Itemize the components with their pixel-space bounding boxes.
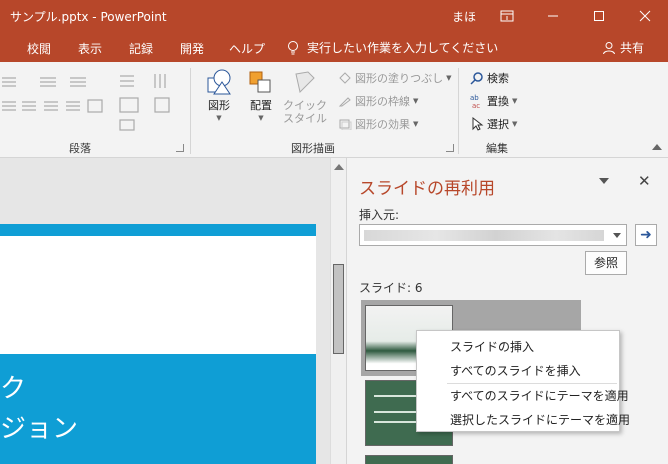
slide-title-band: ク ジョン (0, 354, 316, 464)
ribbon: 段落 図形 ▼ 配置 ▼ クイック スタイル 図形の塗りつぶし ▼ 図形の枠線 … (0, 62, 668, 158)
thumbnail-context-menu: スライドの挿入 すべてのスライドを挿入 すべてのスライドにテーマを適用 選択した… (416, 330, 630, 432)
replace-label: 置換 (487, 95, 509, 108)
tell-me-text: 実行したい作業を入力してください (307, 41, 499, 55)
tab-help[interactable]: ヘルプ (229, 40, 265, 57)
pen-icon (338, 97, 351, 107)
chevron-down-icon[interactable] (613, 233, 621, 238)
select-button[interactable]: 選択 ▼ (470, 116, 517, 132)
person-icon (603, 41, 615, 54)
slide-editing-area[interactable]: ク ジョン (0, 158, 330, 464)
arrange-icon (249, 71, 271, 93)
tab-record[interactable]: 記録 (129, 40, 153, 57)
tab-developer[interactable]: 開発 (180, 40, 204, 57)
tab-view[interactable]: 表示 (78, 40, 102, 57)
minimize-button[interactable] (530, 0, 576, 32)
go-arrow-button[interactable]: ➜ (635, 224, 657, 246)
paint-bucket-icon (339, 72, 351, 84)
thumbnail-text-line (374, 395, 420, 397)
slide-top-stripe (0, 224, 316, 236)
close-window-button[interactable] (622, 0, 668, 32)
select-label: 選択 (487, 118, 509, 131)
ribbon-separator (190, 68, 191, 154)
shape-outline-button[interactable]: 図形の枠線 ▼ (338, 93, 418, 109)
shape-effects-button[interactable]: 図形の効果 ▼ (338, 116, 418, 132)
scrollbar-thumb[interactable] (333, 264, 344, 354)
menu-item-apply-theme-selected[interactable]: 選択したスライドにテーマを適用 (450, 411, 630, 428)
insert-from-combobox[interactable] (359, 224, 627, 246)
svg-text:ab: ab (470, 94, 479, 102)
ribbon-tabs: 校閲 表示 記録 開発 ヘルプ 実行したい作業を入力してください 共有 (0, 32, 668, 62)
editing-group-label: 編集 (486, 142, 508, 155)
pane-title: スライドの再利用 (359, 179, 495, 199)
shape-fill-label: 図形の塗りつぶし (355, 72, 444, 85)
slide-thumbnail-3[interactable] (365, 455, 453, 464)
slide-title-line-1[interactable]: ク (0, 368, 26, 405)
current-slide[interactable]: ク ジョン (0, 224, 316, 464)
paragraph-controls-icons (2, 74, 170, 131)
maximize-button[interactable] (576, 0, 622, 32)
quick-styles-button[interactable]: クイック スタイル (282, 68, 328, 125)
quick-styles-icon (295, 71, 315, 93)
chevron-down-icon: ▼ (216, 114, 222, 122)
collapse-ribbon-icon[interactable] (652, 144, 662, 150)
chevron-down-icon: ▼ (512, 120, 518, 128)
drawing-dialog-launcher[interactable] (446, 144, 454, 152)
chevron-down-icon: ▼ (413, 97, 419, 105)
find-label: 検索 (487, 72, 509, 85)
insert-from-label: 挿入元: (359, 208, 400, 222)
quick-styles-label-2: スタイル (283, 112, 327, 125)
shapes-icon (207, 69, 231, 95)
svg-text:ac: ac (472, 102, 480, 109)
ribbon-display-icon (500, 10, 514, 22)
shape-effects-label: 図形の効果 (355, 118, 410, 131)
effects-icon (339, 119, 352, 130)
tab-review[interactable]: 校閲 (27, 40, 51, 57)
close-icon[interactable]: ✕ (638, 172, 651, 190)
search-icon (470, 72, 483, 85)
shapes-button[interactable]: 図形 ▼ (200, 68, 238, 125)
close-icon (639, 10, 651, 22)
menu-item-insert-all-slides[interactable]: すべてのスライドを挿入 (450, 362, 581, 379)
arrange-button[interactable]: 配置 ▼ (242, 68, 280, 125)
shapes-label: 図形 (208, 99, 230, 112)
menu-separator (447, 383, 617, 384)
share-button[interactable]: 共有 (602, 39, 644, 56)
cursor-arrow-icon (472, 117, 484, 131)
chevron-down-icon: ▼ (413, 120, 419, 128)
slide-title-line-2[interactable]: ジョン (0, 408, 78, 445)
minimize-icon (548, 15, 558, 17)
user-name[interactable]: まほ (452, 8, 476, 25)
chevron-down-icon: ▼ (512, 97, 518, 105)
arrange-label: 配置 (250, 99, 272, 112)
menu-item-apply-theme-all[interactable]: すべてのスライドにテーマを適用 (450, 387, 629, 404)
drawing-group-label: 図形描画 (291, 142, 335, 155)
shape-fill-button[interactable]: 図形の塗りつぶし ▼ (338, 70, 452, 86)
pane-options-icon[interactable] (599, 178, 609, 184)
find-button[interactable]: 検索 (470, 70, 509, 86)
lightbulb-icon (288, 40, 298, 54)
window-title: サンプル.pptx - PowerPoint (10, 10, 167, 24)
slide-vertical-scrollbar[interactable] (330, 158, 346, 464)
tell-me-box[interactable]: 実行したい作業を入力してください (287, 39, 498, 56)
chevron-down-icon: ▼ (258, 114, 264, 122)
paragraph-dialog-launcher[interactable] (176, 144, 184, 152)
title-bar: サンプル.pptx - PowerPoint まほ (0, 0, 668, 32)
arrow-right-icon: ➜ (640, 227, 652, 243)
chevron-down-icon: ▼ (446, 74, 452, 82)
share-label: 共有 (620, 41, 645, 55)
ribbon-separator (458, 68, 459, 154)
menu-item-insert-slide[interactable]: スライドの挿入 (450, 338, 534, 355)
replace-button[interactable]: ab ac 置換 ▼ (470, 93, 517, 109)
browse-button[interactable]: 参照 (585, 251, 627, 275)
quick-styles-label-1: クイック (283, 99, 327, 112)
shape-outline-label: 図形の枠線 (355, 95, 410, 108)
replace-icon: abac (470, 94, 480, 109)
paragraph-group-label: 段落 (69, 142, 91, 155)
blurred-file-path (364, 230, 604, 241)
maximize-icon (594, 11, 604, 21)
slides-count-label: スライド: 6 (359, 281, 423, 295)
scroll-up-arrow[interactable] (334, 164, 344, 170)
ribbon-display-options-button[interactable] (484, 0, 530, 32)
